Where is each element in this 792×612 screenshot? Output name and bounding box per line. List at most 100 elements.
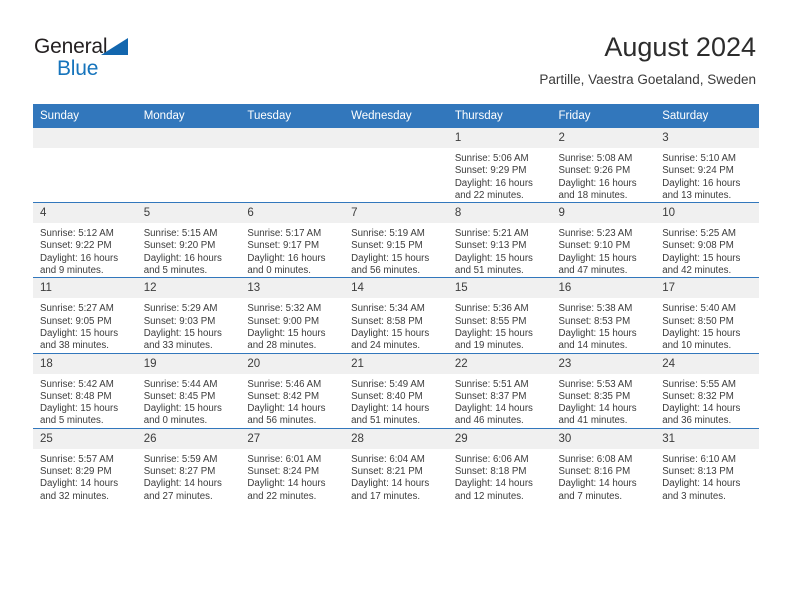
sunset-time: Sunset: 8:48 PM — [40, 390, 112, 402]
sunset-time: Sunset: 8:18 PM — [454, 466, 527, 478]
calendar-day-cell[interactable]: 29 Sunrise: 6:06 AM Sunset: 8:18 PM Dayligh… — [447, 427, 552, 503]
calendar-day-cell[interactable]: 13 Sunrise: 5:32 AM Sunset: 9:00 PM Dayligh… — [240, 277, 345, 354]
day-number: 15 — [447, 278, 552, 299]
daylight-minutes: and 13 minutes. — [662, 189, 732, 201]
calendar-day-cell[interactable]: 9 Sunrise: 5:23 AM Sunset: 9:10 PM Daylight… — [551, 202, 656, 278]
calendar-day-cell[interactable]: 28 Sunrise: 6:04 AM Sunset: 8:21 PM Dayligh… — [344, 427, 448, 503]
calendar-day-cell[interactable]: 6 Sunrise: 5:17 AM Sunset: 9:17 PM Daylight… — [240, 202, 345, 278]
sunrise-time: Sunrise: 5:17 AM — [247, 228, 322, 240]
sunrise-time: Sunrise: 6:04 AM — [351, 453, 425, 465]
daylight-minutes: and 33 minutes. — [143, 340, 213, 352]
daylight-hours: Daylight: 15 hours — [662, 252, 741, 264]
sunset-time: Sunset: 8:13 PM — [662, 466, 734, 478]
day-details: Sunrise: 6:06 AM Sunset: 8:18 PM Daylight:… — [448, 449, 552, 503]
sunrise-time: Sunrise: 5:44 AM — [143, 378, 218, 390]
calendar-day-cell[interactable]: 2 Sunrise: 5:08 AM Sunset: 9:26 PM Daylight… — [551, 128, 656, 203]
sunset-time: Sunset: 8:32 PM — [662, 390, 734, 402]
day-number: 7 — [344, 203, 448, 224]
sunrise-time: Sunrise: 5:10 AM — [662, 153, 736, 164]
day-details: Sunrise: 6:10 AM Sunset: 8:13 PM Daylight:… — [655, 449, 759, 503]
calendar-day-cell[interactable]: 31 Sunrise: 6:10 AM Sunset: 8:13 PM Dayligh… — [655, 427, 759, 503]
calendar-day-cell[interactable]: 11 Sunrise: 5:27 AM Sunset: 9:05 PM Dayligh… — [33, 277, 137, 354]
weekday-header-saturday: Saturday — [655, 104, 759, 128]
weekday-header-wednesday: Wednesday — [344, 104, 448, 128]
calendar-day-cell[interactable]: 16 Sunrise: 5:38 AM Sunset: 8:53 PM Dayligh… — [551, 277, 656, 354]
calendar-day-cell[interactable]: 12 Sunrise: 5:29 AM Sunset: 9:03 PM Dayligh… — [136, 277, 241, 354]
daylight-minutes: and 3 minutes. — [662, 490, 726, 502]
day-details: Sunrise: 5:27 AM Sunset: 9:05 PM Daylight:… — [33, 298, 137, 352]
daylight-hours: Daylight: 16 hours — [40, 252, 119, 264]
day-number: 6 — [240, 203, 345, 224]
day-number: 16 — [551, 278, 656, 299]
calendar-day-cell[interactable]: 23 Sunrise: 5:53 AM Sunset: 8:35 PM Dayligh… — [551, 352, 656, 429]
daylight-minutes: and 32 minutes. — [40, 490, 109, 502]
sunset-time: Sunset: 9:08 PM — [662, 240, 734, 252]
day-number: 23 — [551, 353, 656, 374]
calendar-day-cell[interactable]: 18 Sunrise: 5:42 AM Sunset: 8:48 PM Dayligh… — [33, 352, 137, 429]
calendar-day-cell[interactable]: 21 Sunrise: 5:49 AM Sunset: 8:40 PM Dayligh… — [344, 352, 448, 429]
daylight-minutes: and 0 minutes. — [247, 265, 311, 277]
daylight-hours: Daylight: 14 hours — [558, 403, 637, 415]
calendar-day-cell[interactable]: 24 Sunrise: 5:55 AM Sunset: 8:32 PM Dayligh… — [655, 352, 759, 429]
calendar-day-cell[interactable]: 19 Sunrise: 5:44 AM Sunset: 8:45 PM Dayligh… — [136, 352, 241, 429]
calendar-day-cell[interactable]: 3 Sunrise: 5:10 AM Sunset: 9:24 PM Daylight… — [655, 128, 759, 203]
day-number: 11 — [33, 278, 137, 299]
sunset-time: Sunset: 9:24 PM — [662, 165, 734, 177]
logo-triangle-icon — [101, 38, 128, 55]
day-details: Sunrise: 5:21 AM Sunset: 9:13 PM Daylight:… — [448, 223, 552, 277]
daylight-hours: Daylight: 15 hours — [454, 327, 533, 339]
daylight-minutes: and 27 minutes. — [143, 490, 213, 502]
day-details: Sunrise: 5:34 AM Sunset: 8:58 PM Daylight:… — [344, 298, 448, 352]
general-blue-logo[interactable]: General Blue — [34, 36, 234, 82]
daylight-hours: Daylight: 15 hours — [662, 327, 741, 339]
daylight-minutes: and 47 minutes. — [558, 265, 628, 277]
day-details: Sunrise: 5:44 AM Sunset: 8:45 PM Daylight:… — [137, 374, 241, 428]
sunrise-time: Sunrise: 5:27 AM — [40, 303, 114, 315]
sunset-time: Sunset: 8:35 PM — [558, 390, 631, 402]
weekday-header-sunday: Sunday — [33, 104, 137, 128]
day-number: 27 — [240, 428, 345, 449]
calendar-day-cell[interactable]: 20 Sunrise: 5:46 AM Sunset: 8:42 PM Dayligh… — [240, 352, 345, 429]
sunrise-time: Sunrise: 6:08 AM — [558, 453, 633, 465]
logo-text-general: General — [34, 35, 108, 58]
sunrise-time: Sunrise: 5:23 AM — [558, 228, 633, 240]
calendar-day-cell[interactable]: 7 Sunrise: 5:19 AM Sunset: 9:15 PM Daylight… — [344, 202, 448, 278]
weekday-header-monday: Monday — [136, 104, 241, 128]
calendar-day-cell[interactable]: 4 Sunrise: 5:12 AM Sunset: 9:22 PM Daylight… — [33, 202, 137, 278]
day-details: Sunrise: 5:06 AM Sunset: 9:29 PM Daylight:… — [448, 148, 552, 202]
calendar-day-cell[interactable]: 25 Sunrise: 5:57 AM Sunset: 8:29 PM Dayligh… — [33, 427, 137, 503]
calendar-day-cell[interactable]: 30 Sunrise: 6:08 AM Sunset: 8:16 PM Dayligh… — [551, 427, 656, 503]
calendar-day-cell[interactable]: 10 Sunrise: 5:25 AM Sunset: 9:08 PM Dayligh… — [655, 202, 759, 278]
day-number: 29 — [447, 428, 552, 449]
calendar-day-cell[interactable]: 8 Sunrise: 5:21 AM Sunset: 9:13 PM Daylight… — [447, 202, 552, 278]
sunrise-time: Sunrise: 5:55 AM — [662, 378, 736, 390]
calendar-day-cell[interactable]: 15 Sunrise: 5:36 AM Sunset: 8:55 PM Dayligh… — [447, 277, 552, 354]
calendar-day-cell[interactable]: 26 Sunrise: 5:59 AM Sunset: 8:27 PM Dayligh… — [136, 427, 241, 503]
daylight-minutes: and 56 minutes. — [351, 265, 421, 277]
daylight-minutes: and 42 minutes. — [662, 265, 732, 277]
day-number: 24 — [655, 353, 759, 374]
day-details: Sunrise: 5:53 AM Sunset: 8:35 PM Daylight:… — [552, 374, 656, 428]
day-number: 8 — [447, 203, 552, 224]
sunset-time: Sunset: 9:20 PM — [143, 240, 216, 252]
daylight-minutes: and 22 minutes. — [247, 490, 317, 502]
sunset-time: Sunset: 9:22 PM — [40, 240, 112, 252]
calendar-day-cell[interactable]: 5 Sunrise: 5:15 AM Sunset: 9:20 PM Daylight… — [136, 202, 241, 278]
calendar-day-cell[interactable]: 17 Sunrise: 5:40 AM Sunset: 8:50 PM Dayligh… — [655, 277, 759, 354]
daylight-hours: Daylight: 16 hours — [558, 177, 637, 189]
calendar-day-cell[interactable]: 22 Sunrise: 5:51 AM Sunset: 8:37 PM Dayligh… — [447, 352, 552, 429]
daylight-hours: Daylight: 14 hours — [247, 403, 326, 415]
daylight-minutes: and 51 minutes. — [454, 265, 524, 277]
calendar-day-cell[interactable]: 27 Sunrise: 6:01 AM Sunset: 8:24 PM Dayligh… — [240, 427, 345, 503]
sunset-time: Sunset: 9:15 PM — [351, 240, 423, 252]
sunset-time: Sunset: 9:03 PM — [143, 315, 216, 327]
daylight-minutes: and 5 minutes. — [40, 415, 104, 427]
calendar-day-cell[interactable]: 1 Sunrise: 5:06 AM Sunset: 9:29 PM Daylight… — [447, 128, 552, 203]
page-title: August 2024 — [604, 32, 756, 62]
day-number: 25 — [33, 428, 137, 449]
day-number: 21 — [344, 353, 448, 374]
calendar-day-cell[interactable]: 14 Sunrise: 5:34 AM Sunset: 8:58 PM Dayligh… — [344, 277, 448, 354]
page-subtitle: Partille, Vaestra Goetaland, Sweden — [539, 72, 756, 87]
sunset-time: Sunset: 8:16 PM — [558, 466, 631, 478]
daylight-hours: Daylight: 16 hours — [662, 177, 741, 189]
